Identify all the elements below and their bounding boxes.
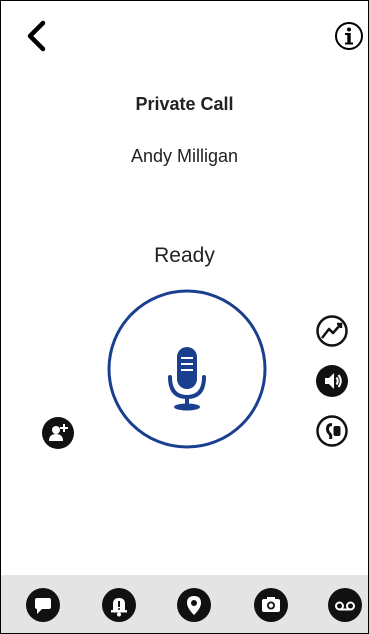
network-signal-button[interactable] [316,315,348,347]
earpiece-icon [316,415,348,447]
info-button[interactable] [334,21,364,51]
bottom-tab-bar [1,575,368,633]
speaker-button[interactable] [316,365,348,397]
ptt-ring [107,289,267,449]
contact-name: Andy Milligan [130,146,239,166]
push-to-talk-button[interactable] [107,289,267,449]
call-screen: Private Call Andy Milligan Ready [0,0,369,634]
alert-bell-icon [102,588,136,622]
location-pin-icon [177,588,211,622]
network-signal-icon [316,315,348,347]
add-user-icon [42,417,74,449]
info-icon [335,22,363,50]
back-button[interactable] [23,19,57,53]
speaker-icon [316,365,348,397]
message-icon [26,588,60,622]
back-icon [27,20,46,52]
voicemail-icon [328,588,362,622]
tab-camera[interactable] [254,588,288,622]
tab-location[interactable] [177,588,211,622]
camera-icon [254,588,288,622]
tab-voicemail[interactable] [328,588,362,622]
tab-alerts[interactable] [102,588,136,622]
call-type-label: Private Call [135,94,234,114]
call-status: Ready [154,244,215,267]
tab-messages[interactable] [26,588,60,622]
add-participant-button[interactable] [42,417,74,449]
earpiece-button[interactable] [316,415,348,447]
